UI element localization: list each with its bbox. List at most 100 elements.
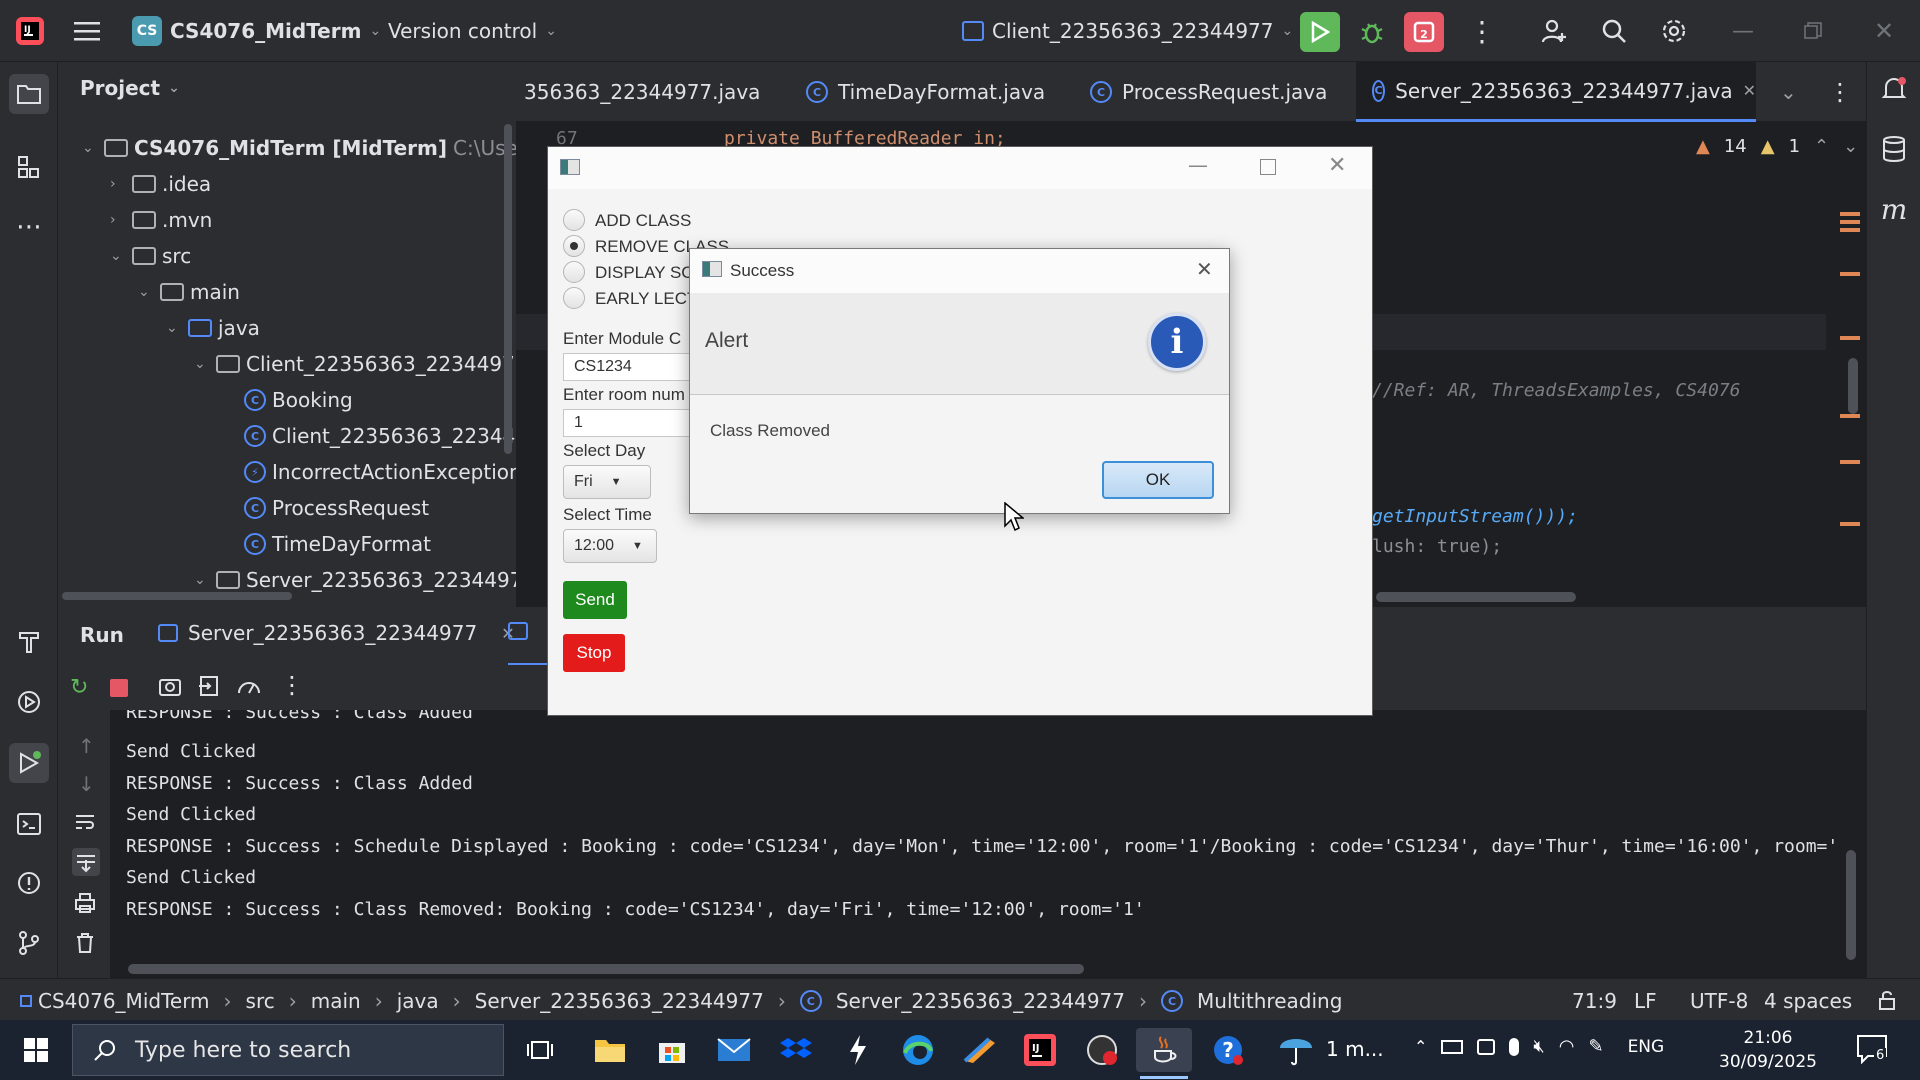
breadcrumb-item[interactable]: CS4076_MidTerm bbox=[38, 989, 210, 1013]
time-dropdown[interactable]: 12:00 ▼ bbox=[563, 529, 657, 563]
chevron-up-icon[interactable]: ⌃ bbox=[1414, 1037, 1427, 1056]
tab-list-icon[interactable]: ⌄ bbox=[1780, 62, 1797, 122]
tree-item-client-class[interactable]: C Client_22356363_22344977 bbox=[244, 418, 516, 454]
run-tab-server[interactable]: Server_22356363_22344977 ✕ bbox=[158, 621, 515, 645]
editor-horizontal-scrollbar[interactable] bbox=[1376, 592, 1576, 602]
mail-icon[interactable] bbox=[712, 1028, 756, 1072]
minimize-icon[interactable]: — bbox=[1732, 0, 1754, 62]
chevron-down-icon[interactable]: ⌄ bbox=[1843, 136, 1858, 157]
volume-muted-icon[interactable]: 🔇︎ bbox=[1533, 1036, 1544, 1057]
scroll-to-end-icon[interactable] bbox=[72, 848, 100, 876]
breadcrumb-item[interactable]: Server_22356363_22344977 bbox=[475, 989, 764, 1013]
notification-center-icon[interactable]: 6 bbox=[1856, 1034, 1890, 1064]
paint-icon[interactable] bbox=[958, 1028, 1002, 1072]
edge-icon[interactable] bbox=[896, 1028, 940, 1072]
tree-item-java[interactable]: ⌄ java bbox=[166, 310, 260, 346]
vcs-selector[interactable]: Version control ⌄ bbox=[388, 0, 557, 62]
minimize-icon[interactable]: — bbox=[1188, 153, 1208, 177]
rerun-icon[interactable]: ↻ bbox=[70, 675, 88, 700]
warning-marker[interactable] bbox=[1840, 228, 1860, 232]
radio-display-schedule[interactable] bbox=[563, 261, 585, 283]
tree-item-timedayformat[interactable]: C TimeDayFormat bbox=[244, 526, 431, 562]
radio-add-class[interactable] bbox=[563, 209, 585, 231]
database-icon[interactable] bbox=[1877, 132, 1911, 166]
problems-icon[interactable] bbox=[12, 866, 46, 900]
tree-item-idea[interactable]: › .idea bbox=[110, 166, 211, 202]
run-tool-icon[interactable] bbox=[9, 743, 49, 783]
send-button[interactable]: Send bbox=[563, 581, 627, 619]
warning-marker[interactable] bbox=[1840, 522, 1860, 526]
warning-marker[interactable] bbox=[1840, 272, 1860, 276]
warning-marker[interactable] bbox=[1840, 220, 1860, 224]
file-encoding[interactable]: UTF-8 bbox=[1690, 989, 1748, 1013]
close-icon[interactable]: ✕ bbox=[1874, 0, 1894, 62]
tree-item-processrequest[interactable]: C ProcessRequest bbox=[244, 490, 429, 526]
dropbox-icon[interactable] bbox=[774, 1028, 818, 1072]
folder-icon[interactable] bbox=[9, 74, 49, 114]
tree-item-module[interactable]: ⌄ CS4076_MidTerm [MidTerm] C:\Users\n bbox=[82, 130, 516, 166]
profiler-icon[interactable] bbox=[236, 675, 262, 697]
tree-item-exception[interactable]: ⚡ IncorrectActionException bbox=[244, 454, 516, 490]
console-output[interactable]: RESPONSE : Success : Class Added Send Cl… bbox=[110, 710, 1866, 978]
print-icon[interactable] bbox=[74, 892, 96, 914]
hamburger-menu-icon[interactable] bbox=[74, 0, 102, 62]
warning-marker[interactable] bbox=[1840, 336, 1860, 340]
pen-icon[interactable]: ✎ bbox=[1588, 1036, 1603, 1057]
intellij-logo-icon[interactable]: IJ bbox=[14, 0, 46, 62]
breadcrumb-item[interactable]: main bbox=[311, 989, 361, 1013]
task-view-icon[interactable] bbox=[518, 1028, 562, 1072]
inspection-widget[interactable]: ▲ 14 ▲ 1 ⌃ ⌄ bbox=[1696, 136, 1858, 157]
windows-start-icon[interactable] bbox=[14, 1028, 58, 1072]
radio-early-lectures[interactable] bbox=[563, 287, 585, 309]
indent-setting[interactable]: 4 spaces bbox=[1764, 989, 1852, 1013]
breadcrumb-item[interactable]: src bbox=[246, 989, 275, 1013]
help-icon[interactable]: ? bbox=[1206, 1028, 1250, 1072]
run-tab-client[interactable] bbox=[508, 621, 538, 649]
stop-icon[interactable] bbox=[110, 679, 128, 697]
chevron-up-icon[interactable]: ⌃ bbox=[1814, 136, 1829, 157]
tab-more-icon[interactable]: ⋮ bbox=[1828, 62, 1852, 122]
tab-file-1[interactable]: 356363_22344977.java bbox=[524, 62, 760, 122]
warning-marker[interactable] bbox=[1840, 212, 1860, 216]
wifi-icon[interactable]: ◠ bbox=[1559, 1036, 1575, 1057]
settings-icon[interactable] bbox=[1660, 0, 1688, 62]
run-icon[interactable] bbox=[1300, 12, 1340, 52]
soft-wrap-icon[interactable] bbox=[74, 812, 96, 832]
stop-button[interactable]: Stop bbox=[563, 634, 625, 672]
file-explorer-icon[interactable] bbox=[588, 1028, 632, 1072]
more-icon[interactable]: ⋮ bbox=[1468, 0, 1496, 62]
editor-vertical-scrollbar[interactable] bbox=[1848, 358, 1858, 414]
warning-marker[interactable] bbox=[1840, 460, 1860, 464]
console-vertical-scrollbar[interactable] bbox=[1846, 850, 1856, 960]
camera-icon[interactable] bbox=[158, 675, 182, 697]
horizontal-scrollbar[interactable] bbox=[62, 592, 292, 600]
run-config-selector[interactable]: Client_22356363_22344977 ⌄ bbox=[962, 0, 1293, 62]
notifications-icon[interactable] bbox=[1877, 72, 1911, 106]
ok-button[interactable]: OK bbox=[1102, 461, 1214, 499]
battery-icon[interactable] bbox=[1441, 1039, 1464, 1054]
taskbar-search-box[interactable]: Type here to search bbox=[72, 1024, 504, 1076]
project-selector[interactable]: CS CS4076_MidTerm ⌄ bbox=[132, 0, 381, 62]
warning-marker[interactable] bbox=[1840, 414, 1860, 418]
restore-icon[interactable] bbox=[1804, 0, 1822, 62]
clock[interactable]: 21:06 30/09/2025 bbox=[1718, 1026, 1818, 1074]
tree-item-mvn[interactable]: › .mvn bbox=[110, 202, 212, 238]
java-app-taskbar-icon[interactable] bbox=[1136, 1028, 1192, 1072]
maximize-icon[interactable] bbox=[1260, 159, 1276, 175]
debug-icon[interactable] bbox=[1352, 12, 1392, 52]
arrow-up-icon[interactable]: ↑ bbox=[78, 734, 95, 758]
services-icon[interactable] bbox=[12, 685, 46, 719]
close-icon[interactable]: ✕ bbox=[1196, 257, 1213, 282]
exit-icon[interactable] bbox=[198, 675, 220, 697]
breadcrumb-item[interactable]: Multithreading bbox=[1197, 989, 1342, 1013]
language-indicator[interactable]: ENG bbox=[1628, 1037, 1665, 1057]
add-user-icon[interactable] bbox=[1540, 0, 1568, 62]
lock-icon[interactable] bbox=[1876, 989, 1898, 1011]
tree-item-src[interactable]: ⌄ src bbox=[110, 238, 191, 274]
intellij-taskbar-icon[interactable]: IJ bbox=[1018, 1028, 1062, 1072]
stop-icon[interactable]: 2 bbox=[1404, 12, 1444, 52]
project-panel-title[interactable]: Project ⌄ bbox=[80, 76, 180, 100]
vertical-scrollbar[interactable] bbox=[504, 124, 512, 454]
app-icon[interactable] bbox=[836, 1028, 880, 1072]
tree-item-booking[interactable]: C Booking bbox=[244, 382, 353, 418]
